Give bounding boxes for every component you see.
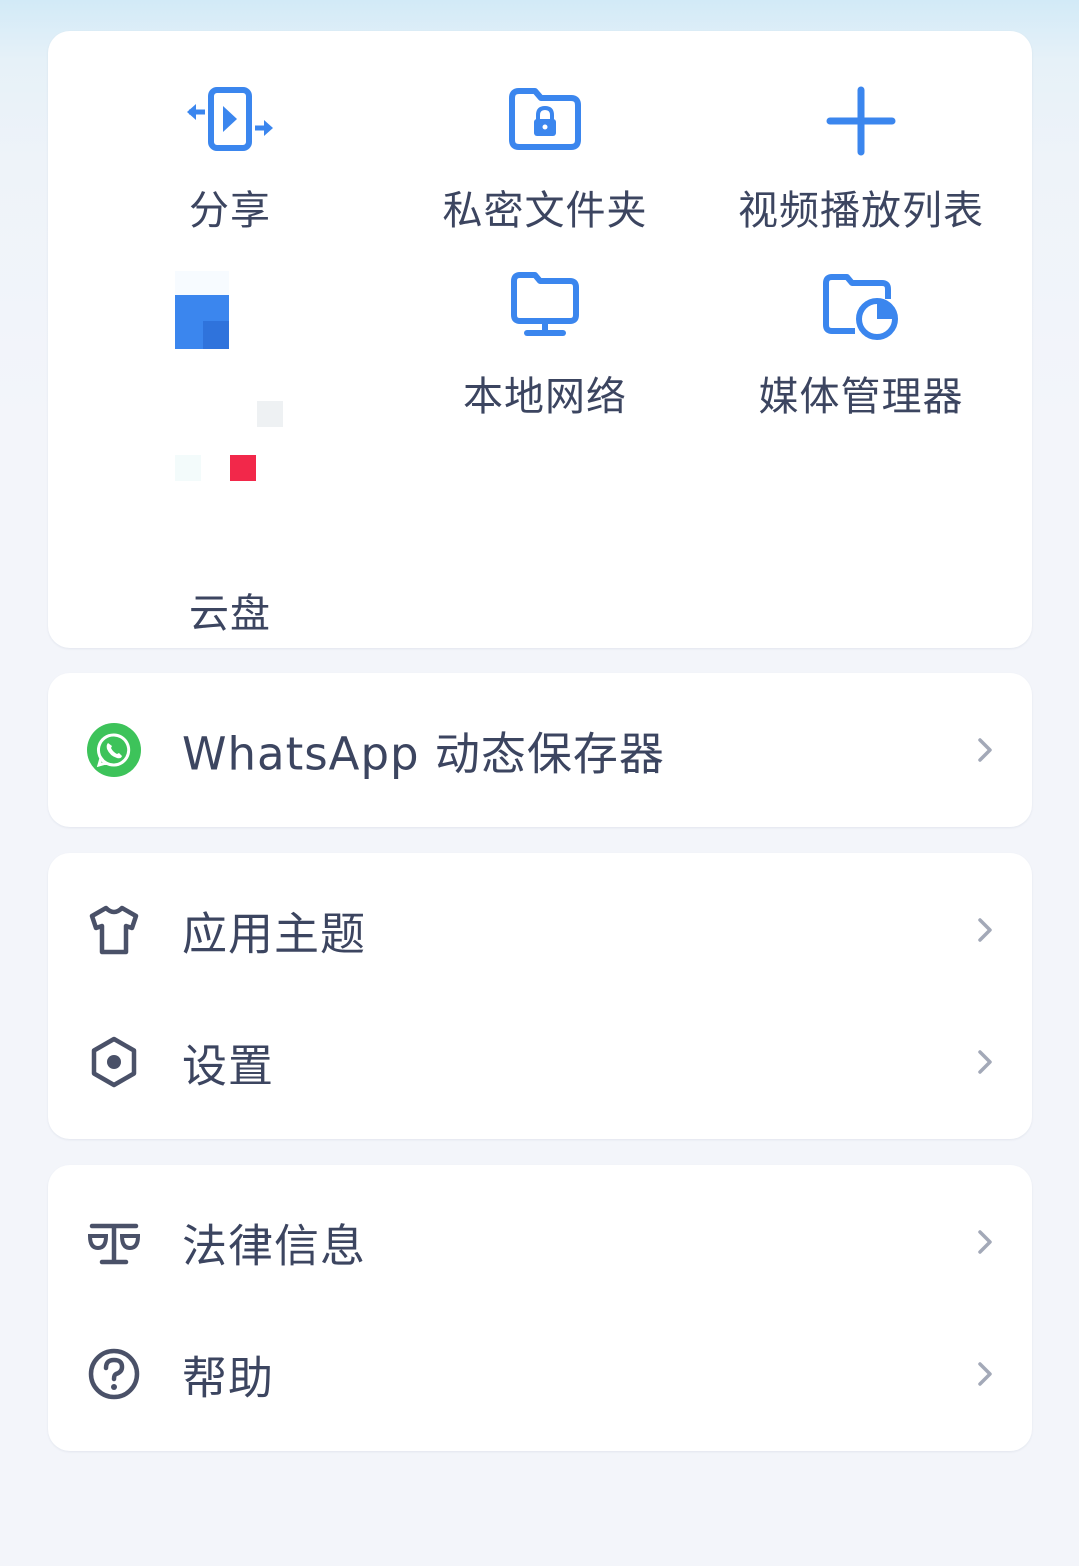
tool-local-network-label: 本地网络 [463,374,627,420]
tool-local-network[interactable]: 本地网络 [380,271,710,456]
media-manager-icon [823,274,898,340]
whatsapp-card: WhatsApp 动态保存器 [48,673,1032,827]
whatsapp-status-saver-label: WhatsApp 动态保存器 [182,727,665,781]
whatsapp-status-saver-row[interactable]: WhatsApp 动态保存器 [48,684,1032,816]
chevron-right-icon [978,738,992,762]
tshirt-icon [89,905,139,955]
scale-icon [87,1223,141,1265]
app-theme-label: 应用主题 [182,907,367,961]
tools-card: 分享 私密文件夹 视频播放列表 云盘 本地网络 媒体管理器 [48,31,1032,648]
tool-cloud-drive-label: 云盘 [189,591,271,637]
help-icon [88,1348,140,1400]
tool-cloud-drive[interactable]: 云盘 [65,271,395,637]
private-folder-icon [509,88,581,150]
settings-row[interactable]: 设置 [48,996,1032,1128]
tool-video-playlist-label: 视频播放列表 [738,188,984,234]
settings-card: 应用主题 设置 [48,853,1032,1139]
help-row[interactable]: 帮助 [48,1308,1032,1440]
help-label: 帮助 [182,1351,275,1405]
cloud-drive-icon [175,271,283,481]
info-card: 法律信息 帮助 [48,1165,1032,1451]
whatsapp-icon [87,723,141,777]
local-network-icon [511,272,579,336]
chevron-right-icon [978,1230,992,1254]
chevron-right-icon [978,1050,992,1074]
legal-info-row[interactable]: 法律信息 [48,1176,1032,1308]
tool-media-manager-label: 媒体管理器 [758,374,964,420]
tool-private-folder-label: 私密文件夹 [442,188,648,234]
add-playlist-icon [826,86,896,156]
tool-media-manager[interactable]: 媒体管理器 [696,271,1026,456]
app-theme-row[interactable]: 应用主题 [48,864,1032,996]
tool-private-folder[interactable]: 私密文件夹 [380,86,710,271]
legal-info-label: 法律信息 [182,1219,367,1273]
settings-label: 设置 [182,1039,275,1093]
tool-video-playlist[interactable]: 视频播放列表 [696,86,1026,271]
share-transfer-icon [187,87,273,151]
chevron-right-icon [978,1362,992,1386]
tool-share-label: 分享 [189,188,271,234]
tool-share[interactable]: 分享 [65,86,395,271]
chevron-right-icon [978,918,992,942]
settings-hex-icon [91,1036,137,1088]
